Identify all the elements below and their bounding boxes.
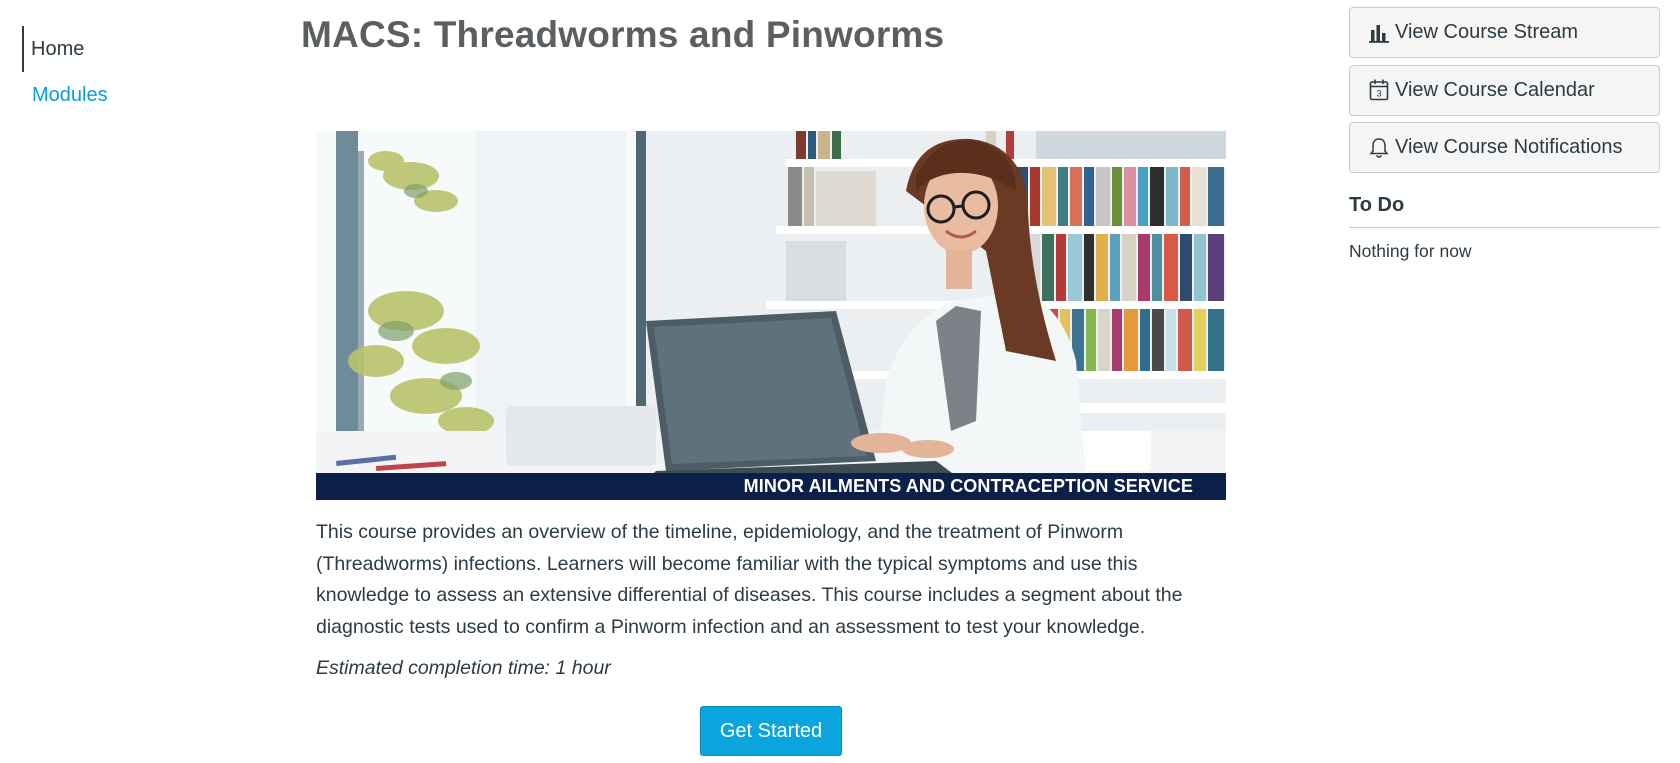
estimated-completion-time: Estimated completion time: 1 hour (316, 657, 611, 679)
course-navigation: Home Modules (22, 26, 222, 118)
bell-icon (1368, 137, 1390, 159)
todo-empty-message: Nothing for now (1349, 241, 1472, 261)
banner-caption: MINOR AILMENTS AND CONTRACEPTION SERVICE (316, 473, 1226, 500)
course-sidebar: View Course Stream 3 View Course Calenda… (1349, 7, 1660, 262)
view-course-stream-button[interactable]: View Course Stream (1349, 7, 1660, 58)
todo-heading: To Do (1349, 194, 1660, 228)
nav-item-home[interactable]: Home (22, 26, 222, 72)
bar-chart-icon (1368, 22, 1390, 44)
get-started-button[interactable]: Get Started (700, 706, 842, 756)
view-course-calendar-button[interactable]: 3 View Course Calendar (1349, 64, 1660, 116)
svg-text:3: 3 (1376, 89, 1381, 99)
calendar-icon: 3 (1368, 79, 1390, 101)
page-title: MACS: Threadworms and Pinworms (301, 14, 945, 55)
view-course-notifications-label: View Course Notifications (1395, 136, 1623, 158)
view-course-calendar-label: View Course Calendar (1395, 78, 1595, 101)
woman-with-laptop-photo (316, 131, 1226, 500)
course-description: This course provides an overview of the … (316, 521, 1183, 638)
course-banner: MINOR AILMENTS AND CONTRACEPTION SERVICE (316, 131, 1226, 500)
view-course-notifications-button[interactable]: View Course Notifications (1349, 122, 1660, 173)
nav-item-modules[interactable]: Modules (22, 72, 222, 118)
view-course-stream-label: View Course Stream (1395, 21, 1579, 43)
